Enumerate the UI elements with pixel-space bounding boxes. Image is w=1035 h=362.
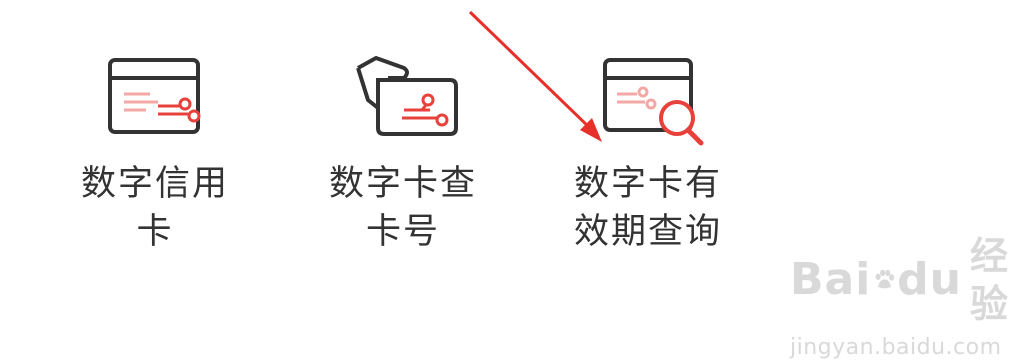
tile-label: 数字信用卡: [80, 164, 229, 252]
card-expiry-search-icon: [603, 58, 704, 146]
watermark-logo: Bai du 经验: [790, 232, 1020, 328]
tile-label: 数字卡查卡号: [328, 164, 477, 252]
baidu-jingyan-watermark: Bai du 经验 jingyan.baidu.com: [790, 232, 1020, 360]
tile-card-number-lookup[interactable]: 数字卡查卡号: [303, 48, 503, 256]
tile-label: 数字卡有效期查询: [573, 164, 722, 252]
watermark-url: jingyan.baidu.com: [790, 335, 1002, 360]
tile-card-expiry-search[interactable]: 数字卡有效期查询: [548, 48, 748, 256]
watermark-logo-text: 经验: [969, 234, 1009, 326]
digital-credit-card-icon: [108, 58, 201, 134]
card-number-lookup-icon: [356, 56, 458, 136]
watermark-logo-text: Bai: [790, 254, 872, 305]
tile-digital-credit-card[interactable]: 数字信用卡: [55, 48, 255, 256]
paw-icon: [875, 269, 895, 289]
watermark-logo-text: du: [897, 254, 962, 305]
